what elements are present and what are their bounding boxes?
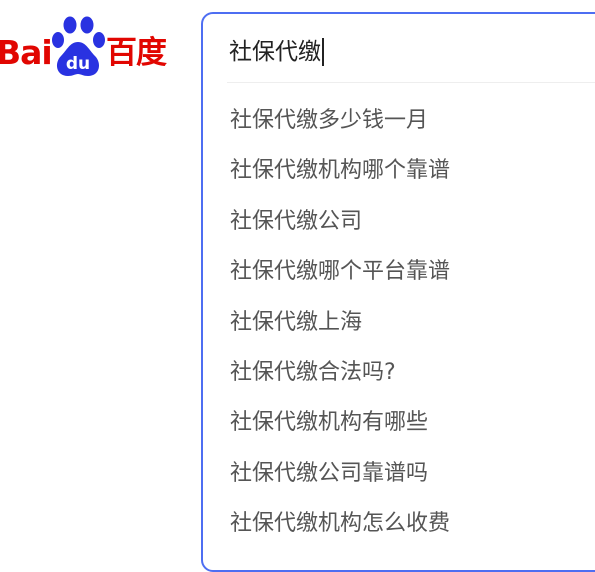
suggestion-item[interactable]: 社保代缴合法吗?: [230, 354, 450, 404]
text-caret: [322, 38, 324, 66]
baidu-logo[interactable]: Bai du 百度: [0, 16, 176, 78]
suggestion-item[interactable]: 社保代缴机构怎么收费: [230, 505, 450, 555]
search-input[interactable]: 社保代缴: [229, 36, 324, 68]
logo-text-baidu-cn: 百度: [106, 35, 167, 71]
suggestion-item[interactable]: 社保代缴哪个平台靠谱: [230, 253, 450, 303]
search-input-value: 社保代缴: [229, 39, 321, 65]
paw-text-du: du: [66, 54, 90, 74]
suggestion-item[interactable]: 社保代缴上海: [230, 304, 450, 354]
search-box[interactable]: 社保代缴 社保代缴多少钱一月 社保代缴机构哪个靠谱 社保代缴公司 社保代缴哪个平…: [201, 12, 595, 572]
suggestion-item[interactable]: 社保代缴公司: [230, 203, 450, 253]
logo-text-bai: Bai: [0, 33, 53, 72]
search-divider: [227, 82, 595, 83]
suggestion-item[interactable]: 社保代缴机构有哪些: [230, 404, 450, 454]
paw-icon: du: [52, 16, 105, 76]
suggestion-item[interactable]: 社保代缴公司靠谱吗: [230, 455, 450, 505]
suggestion-list: 社保代缴多少钱一月 社保代缴机构哪个靠谱 社保代缴公司 社保代缴哪个平台靠谱 社…: [230, 102, 450, 556]
suggestion-item[interactable]: 社保代缴多少钱一月: [230, 102, 450, 152]
suggestion-item[interactable]: 社保代缴机构哪个靠谱: [230, 152, 450, 202]
